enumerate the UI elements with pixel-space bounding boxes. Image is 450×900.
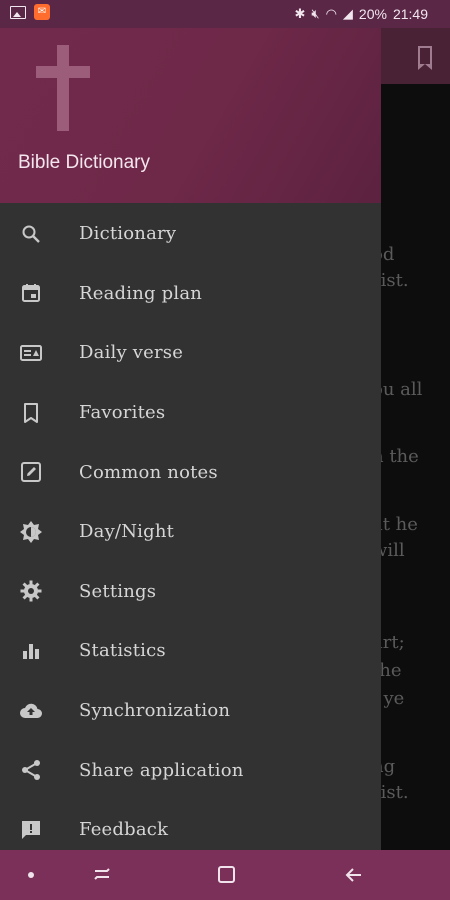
feedback-icon [19,818,43,842]
menu-label: Share application [79,759,244,781]
gallery-notification-icon [10,6,26,19]
wifi-icon: ◠ [325,6,337,21]
status-bar: ✉ ✱ 🔇︎ ◠ ◢ 20% 21:49 [0,0,450,28]
menu-item-favorites[interactable]: Favorites [0,383,381,443]
menu-item-share-application[interactable]: Share application [0,740,381,800]
drawer-header: Bible Dictionary [0,28,381,203]
clock: 21:49 [392,6,428,22]
cross-logo-icon [57,45,69,131]
nav-dot-icon[interactable] [28,872,34,878]
brightness-icon [19,520,43,544]
bookmark-icon[interactable] [418,46,432,70]
menu-label: Feedback [79,819,169,841]
menu-label: Favorites [79,402,166,424]
bluetooth-icon: ✱ [294,6,306,21]
edit-note-icon [19,460,43,484]
menu-item-reading-plan[interactable]: Reading plan [0,264,381,324]
back-icon[interactable] [343,864,365,886]
menu-label: Reading plan [79,282,203,304]
bar-chart-icon [19,639,43,663]
menu-label: Day/Night [79,521,175,543]
menu-item-day-night[interactable]: Day/Night [0,502,381,562]
gear-icon [19,579,43,603]
menu-label: Dictionary [79,223,177,245]
recent-apps-icon[interactable] [92,865,112,885]
daily-verse-icon [19,341,43,365]
share-icon [19,758,43,782]
menu-item-feedback[interactable]: Feedback [0,800,381,850]
cross-logo-icon-bar [36,66,90,78]
signal-icon: ◢ [342,6,353,21]
battery-text: 20% [358,6,387,22]
menu-item-dictionary[interactable]: Dictionary [0,204,381,264]
menu-item-daily-verse[interactable]: Daily verse [0,323,381,383]
app-notification-icon: ✉ [34,4,50,20]
mute-icon: 🔇︎ [311,6,320,21]
menu-label: Statistics [79,640,166,662]
cloud-upload-icon [19,699,43,723]
calendar-icon [19,281,43,305]
bookmark-icon [19,401,43,425]
menu-label: Settings [79,580,157,602]
menu-item-common-notes[interactable]: Common notes [0,442,381,502]
drawer-menu: Dictionary Reading plan Daily verse Favo… [0,204,381,850]
menu-label: Common notes [79,461,218,483]
system-navigation-bar [0,850,450,900]
app-title: Bible Dictionary [18,152,150,173]
menu-item-statistics[interactable]: Statistics [0,621,381,681]
search-icon [19,222,43,246]
menu-item-settings[interactable]: Settings [0,562,381,622]
menu-item-synchronization[interactable]: Synchronization [0,681,381,741]
menu-label: Daily verse [79,342,184,364]
menu-label: Synchronization [79,700,231,722]
home-button-icon[interactable] [218,866,235,883]
navigation-drawer: Bible Dictionary Dictionary Reading plan… [0,28,381,850]
